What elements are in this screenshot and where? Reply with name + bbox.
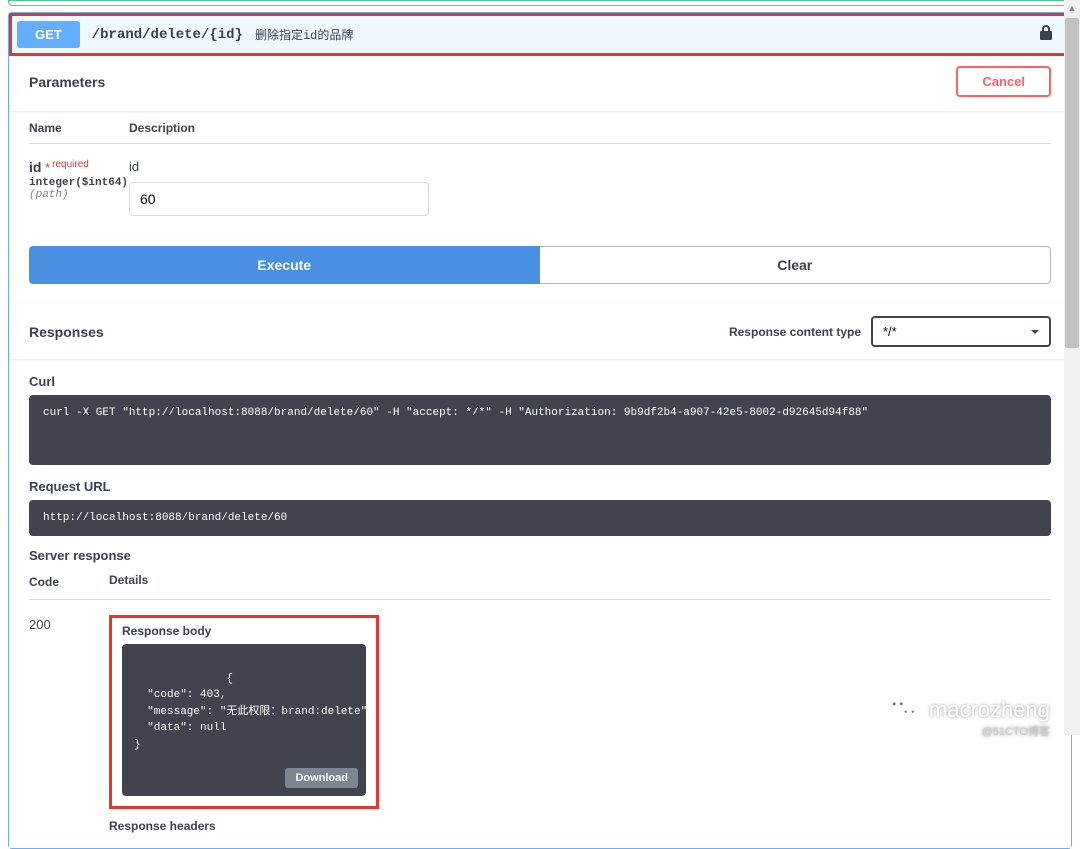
scroll-up-icon[interactable]: ▲ bbox=[1064, 0, 1080, 16]
parameters-header: Parameters Cancel bbox=[9, 56, 1071, 111]
response-headers-label: Response headers bbox=[109, 819, 379, 833]
content-type-select[interactable]: */* bbox=[871, 316, 1051, 347]
watermark-sub: @51CTO博客 bbox=[982, 723, 1050, 739]
endpoint-path: /brand/delete/{id} bbox=[92, 27, 243, 43]
param-type: integer($int64) bbox=[29, 177, 129, 189]
required-star: * bbox=[45, 160, 50, 175]
request-url-block[interactable]: http://localhost:8088/brand/delete/60 bbox=[29, 500, 1051, 536]
param-meta: id *required integer($int64) (path) bbox=[29, 159, 129, 201]
param-in: (path) bbox=[29, 189, 129, 201]
curl-block[interactable]: curl -X GET "http://localhost:8088/brand… bbox=[29, 395, 1051, 465]
opblock-get: GET /brand/delete/{id} 删除指定id的品牌 Paramet… bbox=[8, 12, 1072, 849]
content-type-label: Response content type bbox=[729, 325, 861, 339]
lock-icon[interactable] bbox=[1039, 24, 1053, 45]
param-name: id bbox=[29, 159, 41, 175]
param-desc-col: id bbox=[129, 159, 1051, 216]
previous-block-edge bbox=[8, 0, 1072, 6]
curl-label: Curl bbox=[29, 374, 1051, 389]
response-row: 200 Response body { "code": 403, "messag… bbox=[29, 615, 1051, 833]
clear-button[interactable]: Clear bbox=[540, 246, 1052, 284]
execute-button[interactable]: Execute bbox=[29, 246, 540, 284]
response-inner: Curl curl -X GET "http://localhost:8088/… bbox=[9, 359, 1071, 848]
th-name: Name bbox=[29, 121, 129, 135]
server-response-label: Server response bbox=[29, 548, 1051, 563]
response-code: 200 bbox=[29, 615, 109, 632]
th-details: Details bbox=[109, 573, 1051, 600]
param-input-id[interactable] bbox=[129, 182, 429, 216]
response-body-text: { "code": 403, "message": "无此权限：brand:de… bbox=[134, 673, 374, 751]
response-body-label: Response body bbox=[122, 624, 366, 638]
response-body-box: Response body { "code": 403, "message": … bbox=[109, 615, 379, 809]
content-type-wrap: Response content type */* bbox=[729, 316, 1051, 347]
required-label: required bbox=[52, 159, 89, 170]
param-desc-text: id bbox=[129, 159, 1051, 174]
parameters-title: Parameters bbox=[29, 74, 105, 90]
parameters-table: Name Description id *required integer($i… bbox=[9, 111, 1071, 231]
scroll-thumb[interactable] bbox=[1065, 18, 1079, 348]
resp-thead: Code Details bbox=[29, 573, 1051, 615]
opblock-body: Parameters Cancel Name Description id *r… bbox=[9, 56, 1071, 848]
method-badge: GET bbox=[17, 21, 80, 48]
response-body-code[interactable]: { "code": 403, "message": "无此权限：brand:de… bbox=[122, 644, 366, 796]
response-details: Response body { "code": 403, "message": … bbox=[109, 615, 379, 833]
cancel-button[interactable]: Cancel bbox=[956, 66, 1051, 97]
responses-title: Responses bbox=[29, 324, 104, 340]
endpoint-description: 删除指定id的品牌 bbox=[255, 26, 353, 43]
request-url-label: Request URL bbox=[29, 479, 1051, 494]
action-buttons: Execute Clear bbox=[9, 231, 1071, 299]
param-row: id *required integer($int64) (path) id bbox=[29, 154, 1051, 231]
th-code: Code bbox=[29, 573, 109, 600]
download-button[interactable]: Download bbox=[285, 768, 358, 788]
scrollbar[interactable]: ▲ bbox=[1064, 0, 1080, 735]
endpoint-summary[interactable]: GET /brand/delete/{id} 删除指定id的品牌 bbox=[9, 13, 1071, 56]
responses-header: Responses Response content type */* bbox=[9, 304, 1071, 359]
th-description: Description bbox=[129, 121, 195, 135]
params-thead: Name Description bbox=[29, 121, 1051, 144]
